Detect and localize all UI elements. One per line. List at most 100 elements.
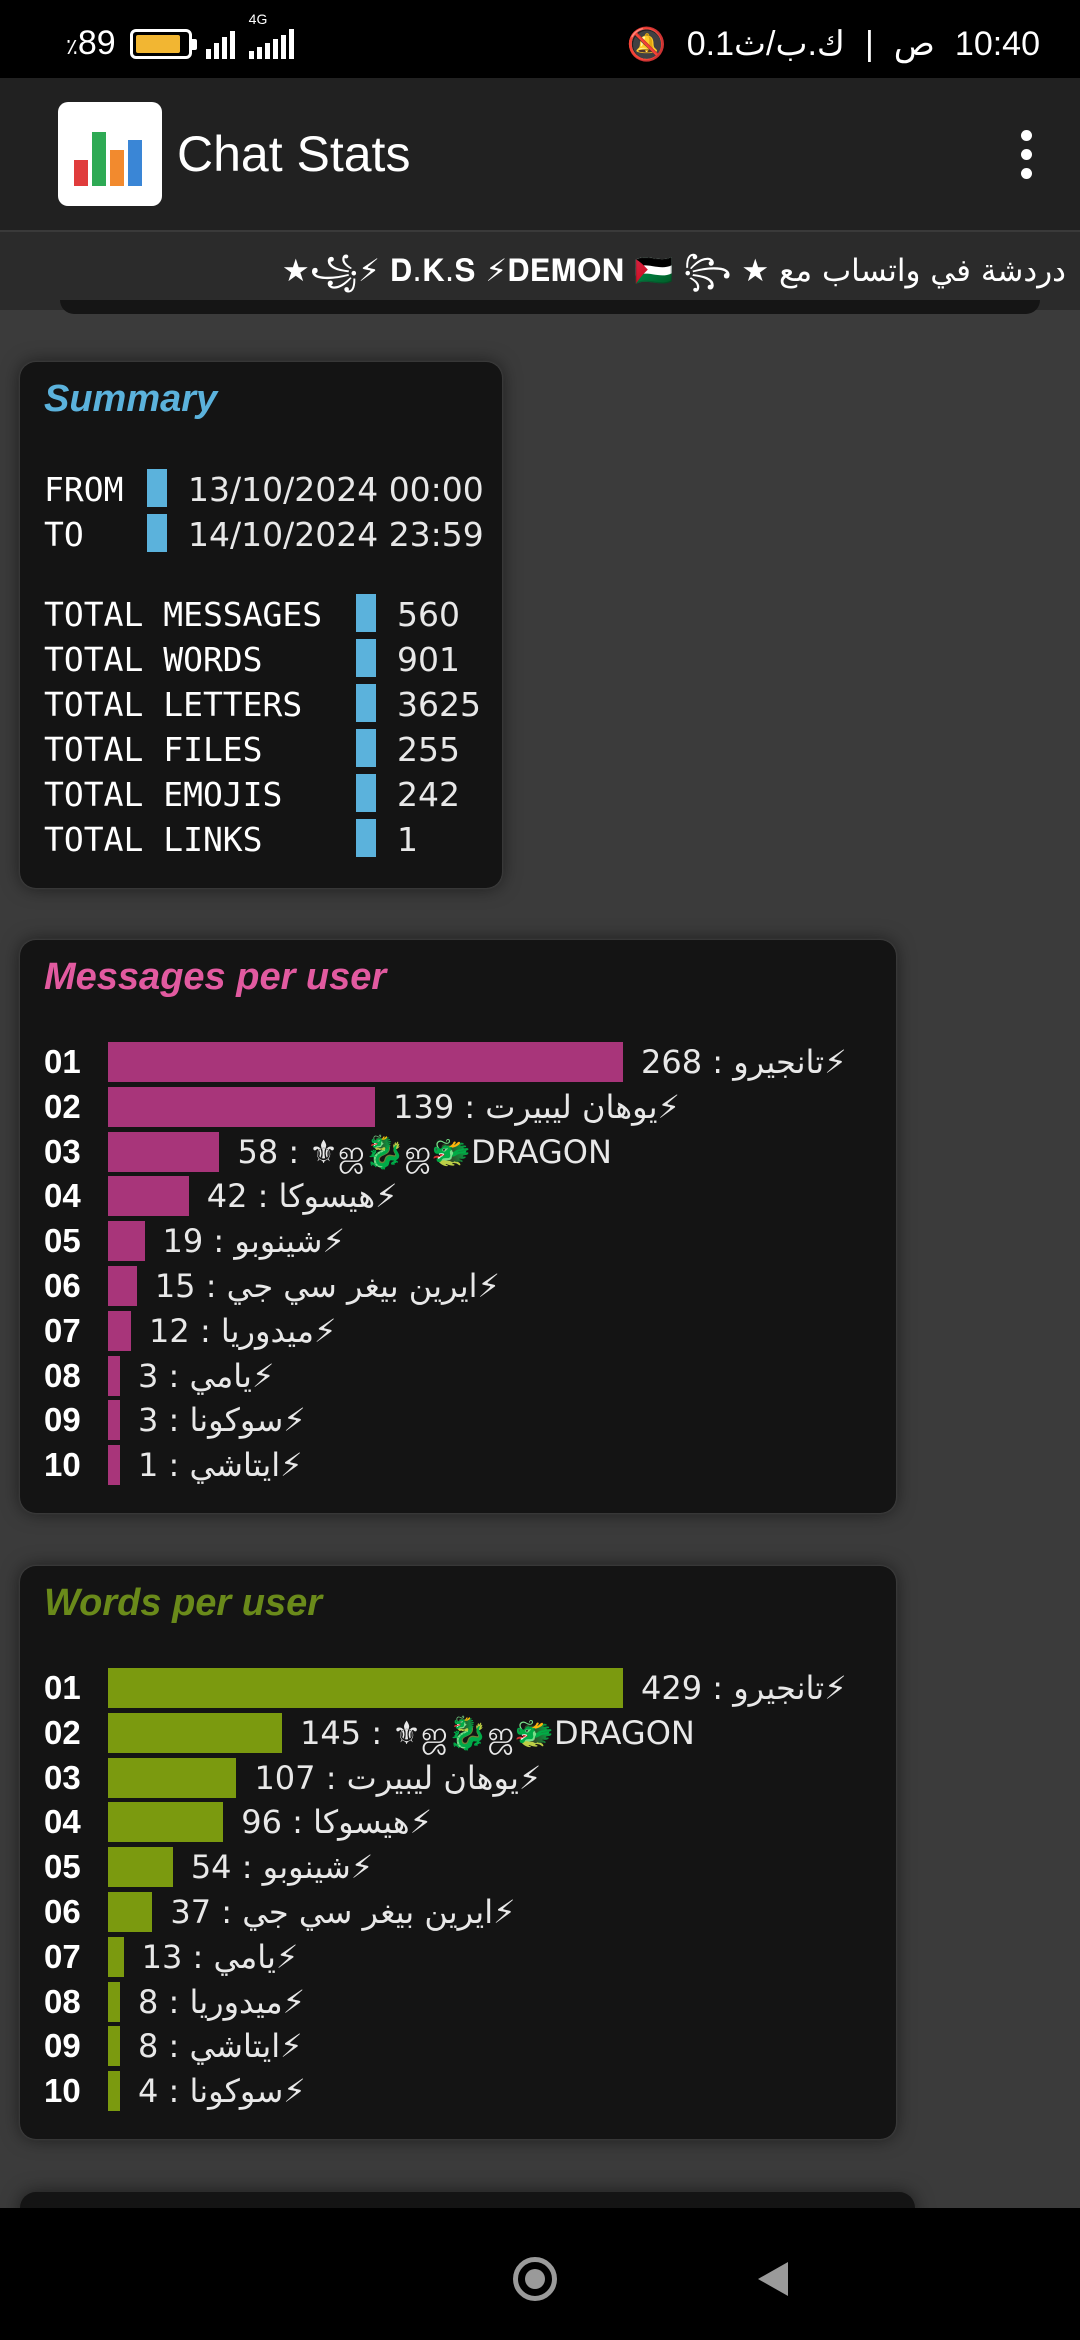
- bar: [108, 1221, 145, 1262]
- bar-row: 08 8 : ميدوريا⚡: [44, 1980, 904, 2024]
- bar-label: 429 : تانجيرو⚡: [641, 1669, 847, 1707]
- bar-label: 58 : ⚜ஜ🐉ஜ🐲DRAGON: [237, 1132, 612, 1171]
- bar-label: 107 : يوهان ليبيرت⚡: [254, 1758, 542, 1797]
- messages-per-user-title: Messages per user: [44, 956, 387, 998]
- percent-symbol: ٪: [66, 34, 78, 59]
- bar-row: 05 19 : شينوبو⚡: [44, 1219, 904, 1263]
- bar: [108, 1847, 173, 1888]
- home-button[interactable]: [513, 2257, 557, 2301]
- summary-label: TOTAL EMOJIS: [44, 775, 283, 814]
- bar-rank: 10: [44, 2072, 81, 2110]
- more-vert-icon[interactable]: [1020, 130, 1034, 180]
- summary-marker: [147, 514, 167, 552]
- status-right: 🔕 0.1ك.ب/ث | ص 10:40: [627, 24, 1040, 64]
- bar-row: 07 12 : ميدوريا⚡: [44, 1309, 904, 1353]
- bar-rank: 03: [44, 1758, 81, 1796]
- bar: [108, 1802, 224, 1843]
- bar-label: 8 : ايتاشي⚡: [138, 2027, 303, 2066]
- separator: |: [864, 24, 874, 63]
- bar-row: 06 37 : ايرين بيغر سي جي⚡: [44, 1890, 904, 1934]
- bar-row: 06 15 : ايرين بيغر سي جي⚡: [44, 1264, 904, 1308]
- bar-rank: 04: [44, 1803, 81, 1841]
- back-button[interactable]: [758, 2262, 788, 2296]
- bar-rank: 08: [44, 1356, 81, 1394]
- bar: [108, 1266, 137, 1306]
- bar-rank: 02: [44, 1713, 81, 1751]
- bar-row: 02 145 : ⚜ஜ🐉ஜ🐲DRAGON: [44, 1711, 904, 1755]
- bar-row: 10 1 : ايتاشي⚡: [44, 1443, 904, 1487]
- bar-rank: 05: [44, 1848, 81, 1886]
- bar-row: 09 3 : سوكونا⚡: [44, 1398, 904, 1442]
- battery-percent: ٪89: [66, 24, 116, 63]
- bar-label: 37 : ايرين بيغر سي جي⚡: [170, 1893, 516, 1931]
- app-bar: Chat Stats: [0, 78, 1080, 232]
- messages-per-user-card: Messages per user 01 268 : تانجيرو⚡ 02 139 …: [20, 940, 896, 1513]
- summary-label: TOTAL LINKS: [44, 820, 263, 859]
- bar-label: 1 : ايتاشي⚡: [138, 1446, 303, 1485]
- bar-label: 8 : ميدوريا⚡: [138, 1982, 306, 2021]
- bar-rank: 06: [44, 1267, 81, 1304]
- summary-marker: [356, 684, 376, 722]
- status-bar: ٪89 4G 🔕 0.1ك.ب/ث | ص 10:40: [0, 0, 1080, 78]
- words-per-user-card: Words per user 01 429 : تانجيرو⚡ 02 145 : ⚜…: [20, 1566, 896, 2139]
- summary-marker: [356, 639, 376, 677]
- bar: [108, 1310, 132, 1351]
- bar-rank: 01: [44, 1043, 81, 1080]
- bar: [108, 1086, 376, 1127]
- cell-signal-icon: 4G: [248, 11, 294, 59]
- bar: [108, 1892, 153, 1932]
- battery-value: 89: [77, 24, 116, 62]
- bar-row: 02 139 : يوهان ليبيرت⚡: [44, 1085, 904, 1129]
- summary-label: FROM: [44, 470, 124, 509]
- summary-label: TOTAL MESSAGES: [44, 595, 323, 634]
- bar-rank: 07: [44, 1311, 81, 1349]
- bar-row: 04 42 : هيسوكا⚡: [44, 1174, 904, 1218]
- bar-label: 42 : هيسوكا⚡: [206, 1177, 398, 1216]
- network-speed: 0.1ك.ب/ث: [686, 25, 845, 63]
- app-title: Chat Stats: [177, 126, 411, 182]
- previous-card-edge: [60, 300, 1040, 314]
- bar-rank: 05: [44, 1222, 81, 1260]
- bar-rank: 03: [44, 1132, 81, 1170]
- bar-rank: 10: [44, 1446, 81, 1484]
- bar-row: 09 8 : ايتاشي⚡: [44, 2024, 904, 2068]
- summary-title: Summary: [44, 378, 218, 420]
- battery-fill: [135, 34, 181, 53]
- bar-label: 268 : تانجيرو⚡: [641, 1043, 847, 1081]
- network-type: 4G: [248, 10, 268, 27]
- summary-label: TOTAL LETTERS: [44, 685, 303, 724]
- summary-marker: [356, 819, 376, 857]
- navigation-bar: [0, 2208, 1080, 2340]
- status-left: ٪89 4G: [66, 11, 294, 63]
- bar-label: 15 : ايرين بيغر سي جي⚡: [154, 1267, 500, 1305]
- bar-rank: 01: [44, 1669, 81, 1706]
- battery-icon: [129, 28, 197, 59]
- bar: [108, 1757, 237, 1798]
- chat-name: دردشة في واتساب مع ★ ꧁⚡ 𝐃.𝐊.𝐒 ⚡𝐃𝐄𝐌𝐎𝐍 🇵🇸 …: [0, 232, 1080, 310]
- bar-label: 19 : شينوبو⚡: [162, 1222, 345, 1261]
- bar-label: 4 : سوكونا⚡: [138, 2072, 306, 2111]
- bar: [108, 1355, 120, 1396]
- summary-value: 242: [397, 775, 460, 814]
- summary-value: 14/10/2024 23:59: [188, 515, 484, 554]
- bar-label: 12 : ميدوريا⚡: [149, 1311, 337, 1350]
- bar-row: 05 54 : شينوبو⚡: [44, 1845, 904, 1889]
- bar: [108, 1445, 120, 1486]
- bar-label: 96 : هيسوكا⚡: [241, 1803, 433, 1842]
- bar: [108, 1668, 623, 1708]
- bar: [108, 1712, 283, 1753]
- bar: [108, 2026, 120, 2067]
- bar: [108, 1176, 189, 1217]
- clock: 10:40: [954, 24, 1040, 63]
- summary-card: Summary FROM 13/10/2024 00:00 TO 14/10/2024…: [20, 362, 502, 888]
- bar-row: 01 429 : تانجيرو⚡: [44, 1666, 904, 1710]
- summary-label: TOTAL WORDS: [44, 640, 263, 679]
- bar-row: 08 3 : يامي⚡: [44, 1354, 904, 1398]
- bar: [108, 1042, 623, 1082]
- summary-marker: [147, 469, 167, 507]
- wifi-signal-icon: [205, 29, 235, 59]
- bar-label: 54 : شينوبو⚡: [190, 1848, 374, 1887]
- summary-label: TOTAL FILES: [44, 730, 263, 769]
- bar-rank: 07: [44, 1937, 81, 1975]
- summary-value: 1: [397, 820, 418, 859]
